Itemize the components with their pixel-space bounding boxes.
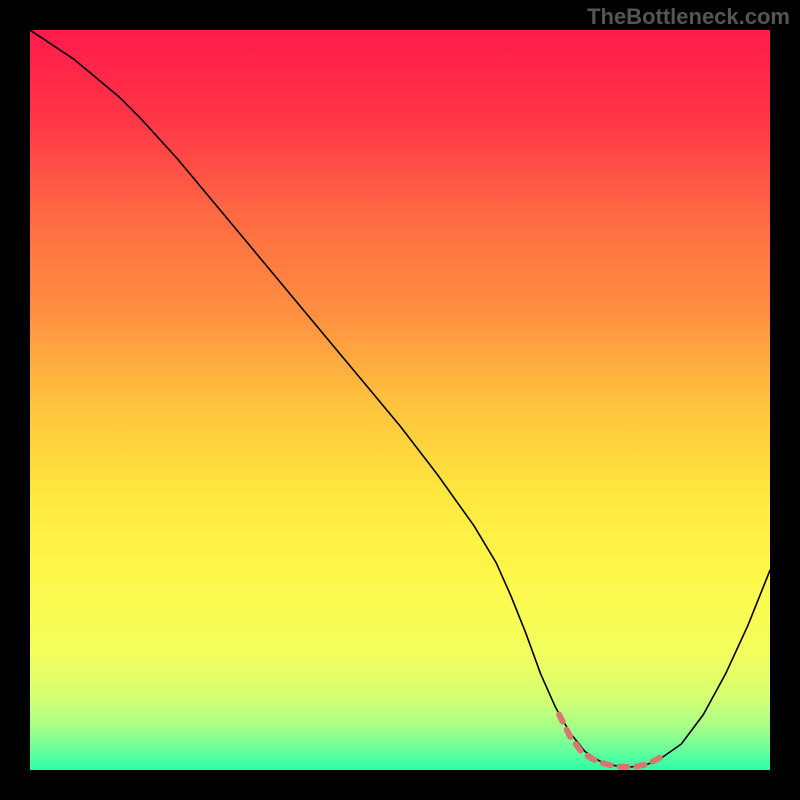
- chart-container: [30, 30, 770, 770]
- chart-svg: [30, 30, 770, 770]
- watermark-text: TheBottleneck.com: [587, 4, 790, 30]
- plot-background: [30, 30, 770, 770]
